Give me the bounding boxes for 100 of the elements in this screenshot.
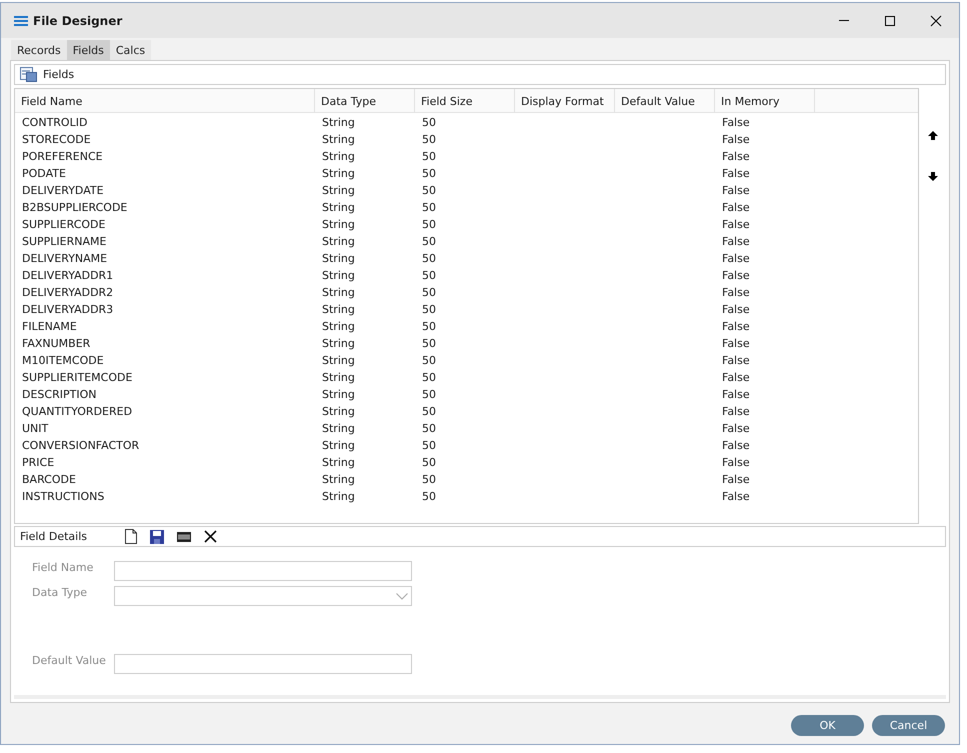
table-cell: CONVERSIONFACTOR bbox=[22, 439, 140, 452]
table-cell: String bbox=[322, 439, 355, 452]
table-cell: 50 bbox=[422, 218, 436, 231]
table-cell: String bbox=[322, 286, 355, 299]
table-cell: STORECODE bbox=[22, 133, 91, 146]
table-cell: False bbox=[722, 473, 750, 486]
table-cell: M10ITEMCODE bbox=[22, 354, 104, 367]
table-cell: SUPPLIERCODE bbox=[22, 218, 106, 231]
dialog-button[interactable]: OK bbox=[791, 715, 864, 736]
save-icon[interactable] bbox=[150, 530, 164, 544]
table-cell: DELIVERYADDR2 bbox=[22, 286, 114, 299]
move-up-button[interactable] bbox=[926, 130, 940, 141]
table-cell: 50 bbox=[422, 116, 436, 129]
table-cell: 50 bbox=[422, 133, 436, 146]
table-cell: String bbox=[322, 405, 355, 418]
table-cell: SUPPLIERNAME bbox=[22, 235, 106, 248]
input-field[interactable] bbox=[114, 654, 412, 674]
table-cell: False bbox=[722, 490, 750, 503]
table-cell: String bbox=[322, 235, 355, 248]
table-cell: String bbox=[322, 337, 355, 350]
table-cell: 50 bbox=[422, 405, 436, 418]
table-cell: 50 bbox=[422, 235, 436, 248]
field-label: Default Value bbox=[32, 654, 107, 667]
table-cell: False bbox=[722, 354, 750, 367]
table-cell: 50 bbox=[422, 167, 436, 180]
tab[interactable]: Fields bbox=[66, 40, 110, 60]
column-header[interactable]: Field Size bbox=[415, 89, 515, 112]
maximize-icon bbox=[884, 14, 896, 26]
column-header[interactable]: Display Format bbox=[515, 89, 615, 112]
table-cell: False bbox=[722, 303, 750, 316]
table-cell: String bbox=[322, 320, 355, 333]
field-label: Data Type bbox=[32, 586, 88, 599]
table-cell: False bbox=[722, 439, 750, 452]
table-cell: False bbox=[722, 388, 750, 401]
table-cell: False bbox=[722, 184, 750, 197]
film-strip-icon[interactable] bbox=[177, 532, 191, 542]
table-cell: 50 bbox=[422, 201, 436, 214]
table-cell: 50 bbox=[422, 252, 436, 265]
new-document-icon[interactable] bbox=[125, 529, 137, 544]
table-cell: 50 bbox=[422, 286, 436, 299]
table-cell: 50 bbox=[422, 320, 436, 333]
dropdown-field[interactable] bbox=[114, 586, 412, 606]
table-cell: String bbox=[322, 184, 355, 197]
move-down-button[interactable] bbox=[926, 171, 940, 182]
table-cell: INSTRUCTIONS bbox=[22, 490, 104, 503]
table-cell: 50 bbox=[422, 337, 436, 350]
table-cell: String bbox=[322, 133, 355, 146]
table-cell: DELIVERYADDR1 bbox=[22, 269, 114, 282]
column-header[interactable]: Default Value bbox=[615, 89, 715, 112]
table-cell: String bbox=[322, 456, 355, 469]
column-header[interactable]: Data Type bbox=[315, 89, 415, 112]
input-field[interactable] bbox=[114, 561, 412, 581]
table-cell: FAXNUMBER bbox=[22, 337, 90, 350]
table-cell: False bbox=[722, 167, 750, 180]
table-cell: 50 bbox=[422, 388, 436, 401]
table-cell: 50 bbox=[422, 456, 436, 469]
table-cell: String bbox=[322, 167, 355, 180]
table-cell: FILENAME bbox=[22, 320, 77, 333]
table-cell: 50 bbox=[422, 184, 436, 197]
table-cell: DESCRIPTION bbox=[22, 388, 96, 401]
table-cell: 50 bbox=[422, 422, 436, 435]
table-cell: String bbox=[322, 490, 355, 503]
dialog-button[interactable]: Cancel bbox=[872, 715, 945, 736]
table-cell: CONTROLID bbox=[22, 116, 88, 129]
table-cell: String bbox=[322, 150, 355, 163]
tab[interactable]: Calcs bbox=[110, 40, 152, 60]
table-cell: False bbox=[722, 371, 750, 384]
table-cell: String bbox=[322, 269, 355, 282]
table-cell: String bbox=[322, 422, 355, 435]
table-cell: SUPPLIERITEMCODE bbox=[22, 371, 132, 384]
column-header[interactable]: In Memory bbox=[715, 89, 815, 112]
column-header[interactable]: Field Name bbox=[15, 89, 315, 112]
table-cell: String bbox=[322, 371, 355, 384]
table-cell: String bbox=[322, 201, 355, 214]
table-cell: PRICE bbox=[22, 456, 54, 469]
table-cell: False bbox=[722, 235, 750, 248]
field-label: Field Name bbox=[32, 561, 94, 574]
table-cell: POREFERENCE bbox=[22, 150, 103, 163]
table-cell: 50 bbox=[422, 371, 436, 384]
table-cell: 50 bbox=[422, 354, 436, 367]
table-cell: B2BSUPPLIERCODE bbox=[22, 201, 128, 214]
table-cell: String bbox=[322, 218, 355, 231]
table-icon bbox=[20, 67, 37, 82]
table-cell: False bbox=[722, 116, 750, 129]
table-cell: PODATE bbox=[22, 167, 66, 180]
table-cell: False bbox=[722, 133, 750, 146]
table-cell: False bbox=[722, 405, 750, 418]
table-cell: False bbox=[722, 201, 750, 214]
delete-icon[interactable] bbox=[204, 530, 217, 543]
table-cell: 50 bbox=[422, 269, 436, 282]
table-cell: False bbox=[722, 286, 750, 299]
menu-lines-icon bbox=[14, 16, 28, 26]
tab[interactable]: Records bbox=[11, 40, 67, 60]
table-cell: 50 bbox=[422, 490, 436, 503]
table-cell: String bbox=[322, 473, 355, 486]
window-title: File Designer bbox=[33, 14, 122, 28]
table-cell: QUANTITYORDERED bbox=[22, 405, 132, 418]
table-cell: 50 bbox=[422, 473, 436, 486]
table-cell: 50 bbox=[422, 303, 436, 316]
table-cell: 50 bbox=[422, 150, 436, 163]
